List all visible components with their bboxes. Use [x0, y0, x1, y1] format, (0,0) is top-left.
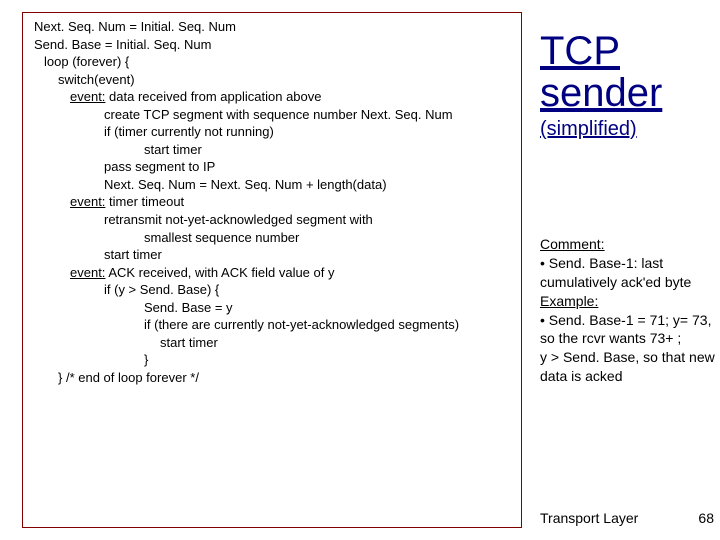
comment-text: • Send. Base-1: last cumulatively ack'ed…: [540, 255, 691, 290]
code-line: pass segment to IP: [34, 158, 514, 176]
code-line: }: [34, 351, 514, 369]
code-line: if (there are currently not-yet-acknowle…: [34, 316, 514, 334]
event-label: event:: [70, 89, 105, 104]
slide-footer: Transport Layer 68: [540, 510, 720, 526]
code-line: event: ACK received, with ACK field valu…: [34, 264, 514, 282]
comment-heading: Comment:: [540, 236, 605, 252]
code-line: start timer: [34, 246, 514, 264]
code-line: start timer: [34, 334, 514, 352]
code-line: retransmit not-yet-acknowledged segment …: [34, 211, 514, 229]
page-number: 68: [698, 510, 714, 526]
code-line: Next. Seq. Num = Next. Seq. Num + length…: [34, 176, 514, 194]
code-line: start timer: [34, 141, 514, 159]
code-line: switch(event): [34, 71, 514, 89]
code-line: smallest sequence number: [34, 229, 514, 247]
comment-text: • Send. Base-1 = 71; y= 73, so the rcvr …: [540, 312, 711, 347]
code-line: if (timer currently not running): [34, 123, 514, 141]
comment-text: y > Send. Base, so that new data is acke…: [540, 349, 715, 384]
title-sub: (simplified): [540, 118, 710, 141]
event-label: event:: [70, 265, 105, 280]
code-line: } /* end of loop forever */: [34, 369, 514, 387]
title-line1: TCP: [540, 30, 710, 72]
code-line: Next. Seq. Num = Initial. Seq. Num: [34, 18, 514, 36]
code-line: Send. Base = y: [34, 299, 514, 317]
code-line: event: data received from application ab…: [34, 88, 514, 106]
code-line: event: timer timeout: [34, 193, 514, 211]
title-line2: sender: [540, 72, 710, 114]
comment-box: Comment: • Send. Base-1: last cumulative…: [540, 235, 715, 386]
footer-label: Transport Layer: [540, 510, 638, 526]
code-line: Send. Base = Initial. Seq. Num: [34, 36, 514, 54]
event-label: event:: [70, 194, 105, 209]
code-line: loop (forever) {: [34, 53, 514, 71]
example-heading: Example:: [540, 293, 598, 309]
code-line: if (y > Send. Base) {: [34, 281, 514, 299]
pseudocode: Next. Seq. Num = Initial. Seq. Num Send.…: [34, 18, 514, 386]
code-line: create TCP segment with sequence number …: [34, 106, 514, 124]
slide-title: TCP sender (simplified): [540, 30, 710, 141]
